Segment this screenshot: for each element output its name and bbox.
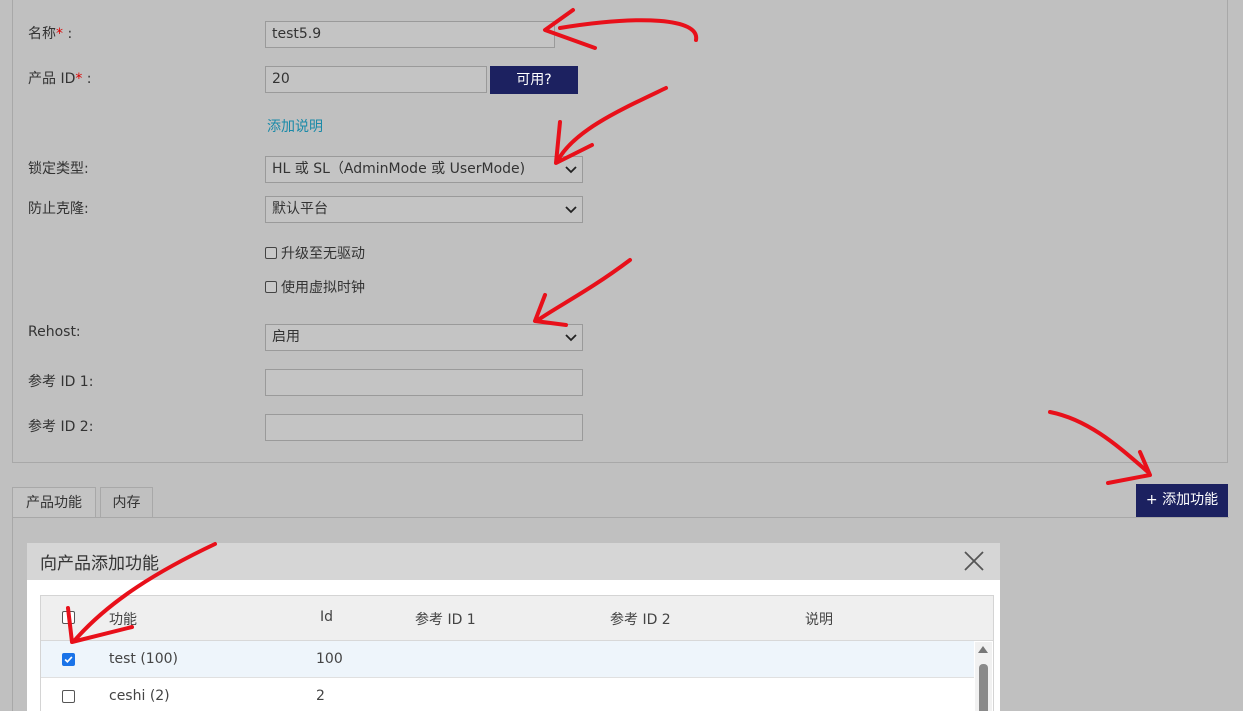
scroll-thumb[interactable] — [979, 664, 988, 711]
table-row[interactable]: ceshi (2) 2 — [41, 678, 974, 711]
add-feature-button[interactable]: + 添加功能 — [1136, 484, 1228, 517]
ref-id2-label: 参考 ID 2: — [28, 419, 94, 435]
virtual-clock-label: 使用虚拟时钟 — [281, 280, 365, 296]
row-checkbox[interactable] — [62, 690, 75, 703]
tab-area-border — [12, 517, 13, 711]
anti-clone-label: 防止克隆: — [28, 201, 89, 217]
ref-id1-label: 参考 ID 1: — [28, 374, 94, 390]
dialog-header: 向产品添加功能 — [27, 543, 1000, 580]
tab-divider — [12, 517, 1229, 518]
upgrade-driverless-label: 升级至无驱动 — [281, 246, 365, 262]
lock-type-select[interactable]: HL 或 SL（AdminMode 或 UserMode) — [265, 156, 583, 183]
anti-clone-select[interactable]: 默认平台 — [265, 196, 583, 223]
chevron-down-icon — [565, 166, 577, 174]
lock-type-value: HL 或 SL（AdminMode 或 UserMode) — [272, 161, 526, 177]
row-feature: test (100) — [109, 651, 178, 667]
name-label: 名称* : — [28, 26, 73, 42]
upgrade-driverless-option[interactable]: 升级至无驱动 — [265, 243, 365, 263]
grid-header: 功能 Id 参考 ID 1 参考 ID 2 说明 — [41, 596, 993, 641]
chevron-down-icon — [565, 206, 577, 214]
column-ref1[interactable]: 参考 ID 1 — [415, 609, 476, 629]
column-description[interactable]: 说明 — [805, 609, 833, 629]
required-marker: * — [56, 26, 63, 42]
tab-memory[interactable]: 内存 — [100, 487, 153, 518]
table-row[interactable]: test (100) 100 — [41, 641, 974, 678]
column-ref2[interactable]: 参考 ID 2 — [610, 609, 671, 629]
chevron-down-icon — [565, 334, 577, 342]
close-icon[interactable] — [962, 549, 986, 573]
virtual-clock-checkbox[interactable] — [265, 281, 277, 293]
row-id: 100 — [316, 651, 343, 667]
name-input[interactable]: test5.9 — [265, 21, 555, 48]
ref-id1-input[interactable] — [265, 369, 583, 396]
add-feature-dialog: 向产品添加功能 功能 Id 参考 ID 1 参考 ID 2 说明 test (1… — [27, 543, 1000, 711]
column-feature[interactable]: 功能 — [109, 609, 137, 629]
virtual-clock-option[interactable]: 使用虚拟时钟 — [265, 277, 365, 297]
check-icon — [64, 656, 73, 664]
feature-grid: 功能 Id 参考 ID 1 参考 ID 2 说明 test (100) 100 … — [40, 595, 994, 711]
product-id-input[interactable]: 20 — [265, 66, 487, 93]
dialog-body: 功能 Id 参考 ID 1 参考 ID 2 说明 test (100) 100 … — [27, 580, 1000, 711]
lock-type-label: 锁定类型: — [28, 161, 89, 177]
row-feature: ceshi (2) — [109, 688, 170, 704]
rehost-label: Rehost: — [28, 324, 81, 340]
row-id: 2 — [316, 688, 325, 704]
check-availability-button[interactable]: 可用? — [490, 66, 578, 94]
scroll-up-icon[interactable] — [978, 646, 988, 653]
ref-id2-input[interactable] — [265, 414, 583, 441]
row-checkbox[interactable] — [62, 653, 75, 666]
upgrade-driverless-checkbox[interactable] — [265, 247, 277, 259]
tab-product-features[interactable]: 产品功能 — [12, 487, 96, 518]
rehost-value: 启用 — [272, 329, 300, 345]
add-description-link[interactable]: 添加说明 — [267, 116, 323, 136]
column-id[interactable]: Id — [320, 609, 333, 625]
rehost-select[interactable]: 启用 — [265, 324, 583, 351]
product-form-panel — [12, 0, 1228, 463]
anti-clone-value: 默认平台 — [272, 201, 328, 217]
product-id-label: 产品 ID* : — [28, 71, 92, 87]
select-all-checkbox[interactable] — [62, 611, 75, 624]
grid-scrollbar[interactable] — [975, 642, 992, 711]
dialog-title: 向产品添加功能 — [40, 554, 159, 574]
